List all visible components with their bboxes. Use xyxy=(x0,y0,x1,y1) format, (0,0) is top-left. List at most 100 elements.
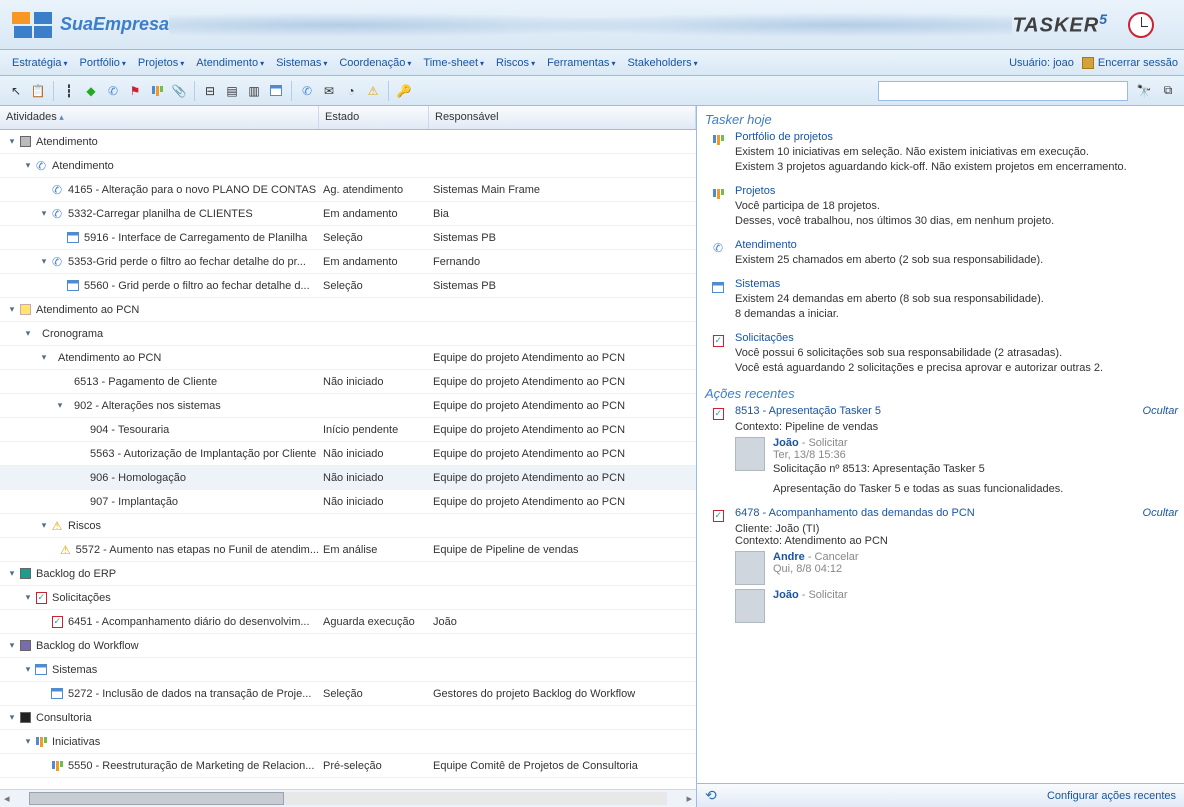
checklist-icon xyxy=(711,334,725,348)
menu-sistemas[interactable]: Sistemas xyxy=(270,53,333,73)
tree-row[interactable]: ▾Solicitações xyxy=(0,586,696,610)
tree-row[interactable]: 6451 - Acompanhamento diário do desenvol… xyxy=(0,610,696,634)
tree-row[interactable]: 904 - TesourariaInício pendenteEquipe do… xyxy=(0,418,696,442)
company-logo xyxy=(12,10,52,40)
expander-icon[interactable]: ▾ xyxy=(6,568,18,579)
clipboard-icon[interactable]: 📋 xyxy=(28,81,48,101)
tree-row[interactable]: ⚠5572 - Aumento nas etapas no Funil de a… xyxy=(0,538,696,562)
tree-row[interactable]: ▾✆5332-Carregar planilha de CLIENTESEm a… xyxy=(0,202,696,226)
gantt-icon[interactable]: ▤ xyxy=(222,81,242,101)
expander-icon[interactable]: ▾ xyxy=(22,328,34,339)
expander-icon[interactable]: ▾ xyxy=(6,640,18,651)
col-activities[interactable]: Atividades xyxy=(0,106,319,129)
refresh-icon[interactable]: ⟲ xyxy=(705,787,717,804)
entry-name[interactable]: João xyxy=(773,437,799,449)
col-state[interactable]: Estado xyxy=(319,106,429,129)
expander-icon[interactable]: ▾ xyxy=(38,256,50,267)
tree-row[interactable]: ✆4165 - Alteração para o novo PLANO DE C… xyxy=(0,178,696,202)
warning-icon[interactable]: ⚠ xyxy=(363,81,383,101)
hierarchy-icon[interactable]: ┇ xyxy=(59,81,79,101)
tree-row[interactable]: ▾Sistemas xyxy=(0,658,696,682)
expander-icon[interactable]: ▾ xyxy=(54,400,66,411)
menu-ferramentas[interactable]: Ferramentas xyxy=(541,53,621,73)
tree-row[interactable]: 5272 - Inclusão de dados na transação de… xyxy=(0,682,696,706)
tree-row[interactable]: ▾Atendimento xyxy=(0,130,696,154)
clock-icon[interactable] xyxy=(1128,12,1154,38)
dash-heading[interactable]: Projetos xyxy=(735,185,1178,197)
dash-heading[interactable]: Atendimento xyxy=(735,239,1178,251)
copy-icon[interactable]: ⧉ xyxy=(1158,81,1178,101)
calendar-icon[interactable] xyxy=(266,81,286,101)
chart-icon[interactable] xyxy=(147,81,167,101)
tree-row[interactable]: 5563 - Autorização de Implantação por Cl… xyxy=(0,442,696,466)
dash-heading[interactable]: Solicitações xyxy=(735,332,1178,344)
expander-icon[interactable]: ▾ xyxy=(6,304,18,315)
tree-row[interactable]: ▾Backlog do Workflow xyxy=(0,634,696,658)
action-entry: João - Solicitar xyxy=(735,589,1178,623)
dash-heading[interactable]: Portfólio de projetos xyxy=(735,131,1178,143)
horizontal-scrollbar[interactable]: ◂ ▸ xyxy=(0,789,696,807)
expander-icon[interactable]: ▾ xyxy=(22,160,34,171)
row-state: Início pendente xyxy=(319,424,429,436)
menu-projetos[interactable]: Projetos xyxy=(132,53,190,73)
menu-coordenação[interactable]: Coordenação xyxy=(333,53,417,73)
tree-row[interactable]: 5550 - Reestruturação de Marketing de Re… xyxy=(0,754,696,778)
action-title[interactable]: 6478 - Acompanhamento das demandas do PC… xyxy=(735,507,975,519)
tree-row[interactable]: ▾Consultoria xyxy=(0,706,696,730)
menu-stakeholders[interactable]: Stakeholders xyxy=(621,53,703,73)
action-title[interactable]: 8513 - Apresentação Tasker 5 xyxy=(735,405,881,417)
tree-row[interactable]: ▾✆5353-Grid perde o filtro ao fechar det… xyxy=(0,250,696,274)
menu-riscos[interactable]: Riscos xyxy=(490,53,541,73)
expander-icon[interactable]: ▾ xyxy=(22,592,34,603)
tree-row[interactable]: ▾⚠Riscos xyxy=(0,514,696,538)
binoculars-icon[interactable]: 🔭 xyxy=(1134,81,1154,101)
col-responsible[interactable]: Responsável xyxy=(429,106,696,129)
expander-icon[interactable]: ▾ xyxy=(38,352,50,363)
tree-row[interactable]: 6513 - Pagamento de ClienteNão iniciadoE… xyxy=(0,370,696,394)
tree-row[interactable]: 906 - HomologaçãoNão iniciadoEquipe do p… xyxy=(0,466,696,490)
pie-icon[interactable]: ◔ xyxy=(341,81,361,101)
flag-icon[interactable]: ⚑ xyxy=(125,81,145,101)
entry-name[interactable]: Andre xyxy=(773,551,805,563)
menu-time-sheet[interactable]: Time-sheet xyxy=(417,53,490,73)
configure-link[interactable]: Configurar ações recentes xyxy=(1047,790,1176,802)
tree-icon[interactable]: ⊟ xyxy=(200,81,220,101)
action-meta: Cliente: João (TI) xyxy=(735,523,1178,535)
expander-icon[interactable]: ▾ xyxy=(22,736,34,747)
row-responsible: Equipe de Pipeline de vendas xyxy=(429,544,696,556)
menu-atendimento[interactable]: Atendimento xyxy=(190,53,270,73)
clip-icon[interactable]: 📎 xyxy=(169,81,189,101)
tree-row[interactable]: ▾Cronograma xyxy=(0,322,696,346)
menu-portfólio[interactable]: Portfólio xyxy=(74,53,132,73)
search-input[interactable] xyxy=(878,81,1128,101)
expander-icon[interactable]: ▾ xyxy=(38,208,50,219)
add-green-icon[interactable]: ◆ xyxy=(81,81,101,101)
logout-link[interactable]: Encerrar sessão xyxy=(1082,57,1178,69)
tree-row[interactable]: 5916 - Interface de Carregamento de Plan… xyxy=(0,226,696,250)
phone-icon[interactable]: ✆ xyxy=(297,81,317,101)
cursor-tool-icon[interactable]: ↖ xyxy=(6,81,26,101)
tree-row[interactable]: ▾Atendimento ao PCNEquipe do projeto Ate… xyxy=(0,346,696,370)
tree-row[interactable]: ▾Atendimento ao PCN xyxy=(0,298,696,322)
list-icon[interactable]: ▥ xyxy=(244,81,264,101)
mail-icon[interactable]: ✉ xyxy=(319,81,339,101)
key-icon[interactable]: 🔑 xyxy=(394,81,414,101)
entry-name[interactable]: João xyxy=(773,589,799,601)
hide-link[interactable]: Ocultar xyxy=(1143,507,1178,519)
expander-icon[interactable]: ▾ xyxy=(22,664,34,675)
expander-icon[interactable]: ▾ xyxy=(6,136,18,147)
tree-row[interactable]: 907 - ImplantaçãoNão iniciadoEquipe do p… xyxy=(0,490,696,514)
tree-row[interactable]: ▾Backlog do ERP xyxy=(0,562,696,586)
grid-body[interactable]: ▾Atendimento▾✆Atendimento✆4165 - Alteraç… xyxy=(0,130,696,789)
hide-link[interactable]: Ocultar xyxy=(1143,405,1178,417)
today-title: Tasker hoje xyxy=(705,112,1178,127)
dash-heading[interactable]: Sistemas xyxy=(735,278,1178,290)
expander-icon[interactable]: ▾ xyxy=(38,520,50,531)
tree-row[interactable]: 5560 - Grid perde o filtro ao fechar det… xyxy=(0,274,696,298)
tree-row[interactable]: ▾Iniciativas xyxy=(0,730,696,754)
menu-estratégia[interactable]: Estratégia xyxy=(6,53,74,73)
expander-icon[interactable]: ▾ xyxy=(6,712,18,723)
phone-add-icon[interactable]: ✆ xyxy=(103,81,123,101)
tree-row[interactable]: ▾902 - Alterações nos sistemasEquipe do … xyxy=(0,394,696,418)
tree-row[interactable]: ▾✆Atendimento xyxy=(0,154,696,178)
